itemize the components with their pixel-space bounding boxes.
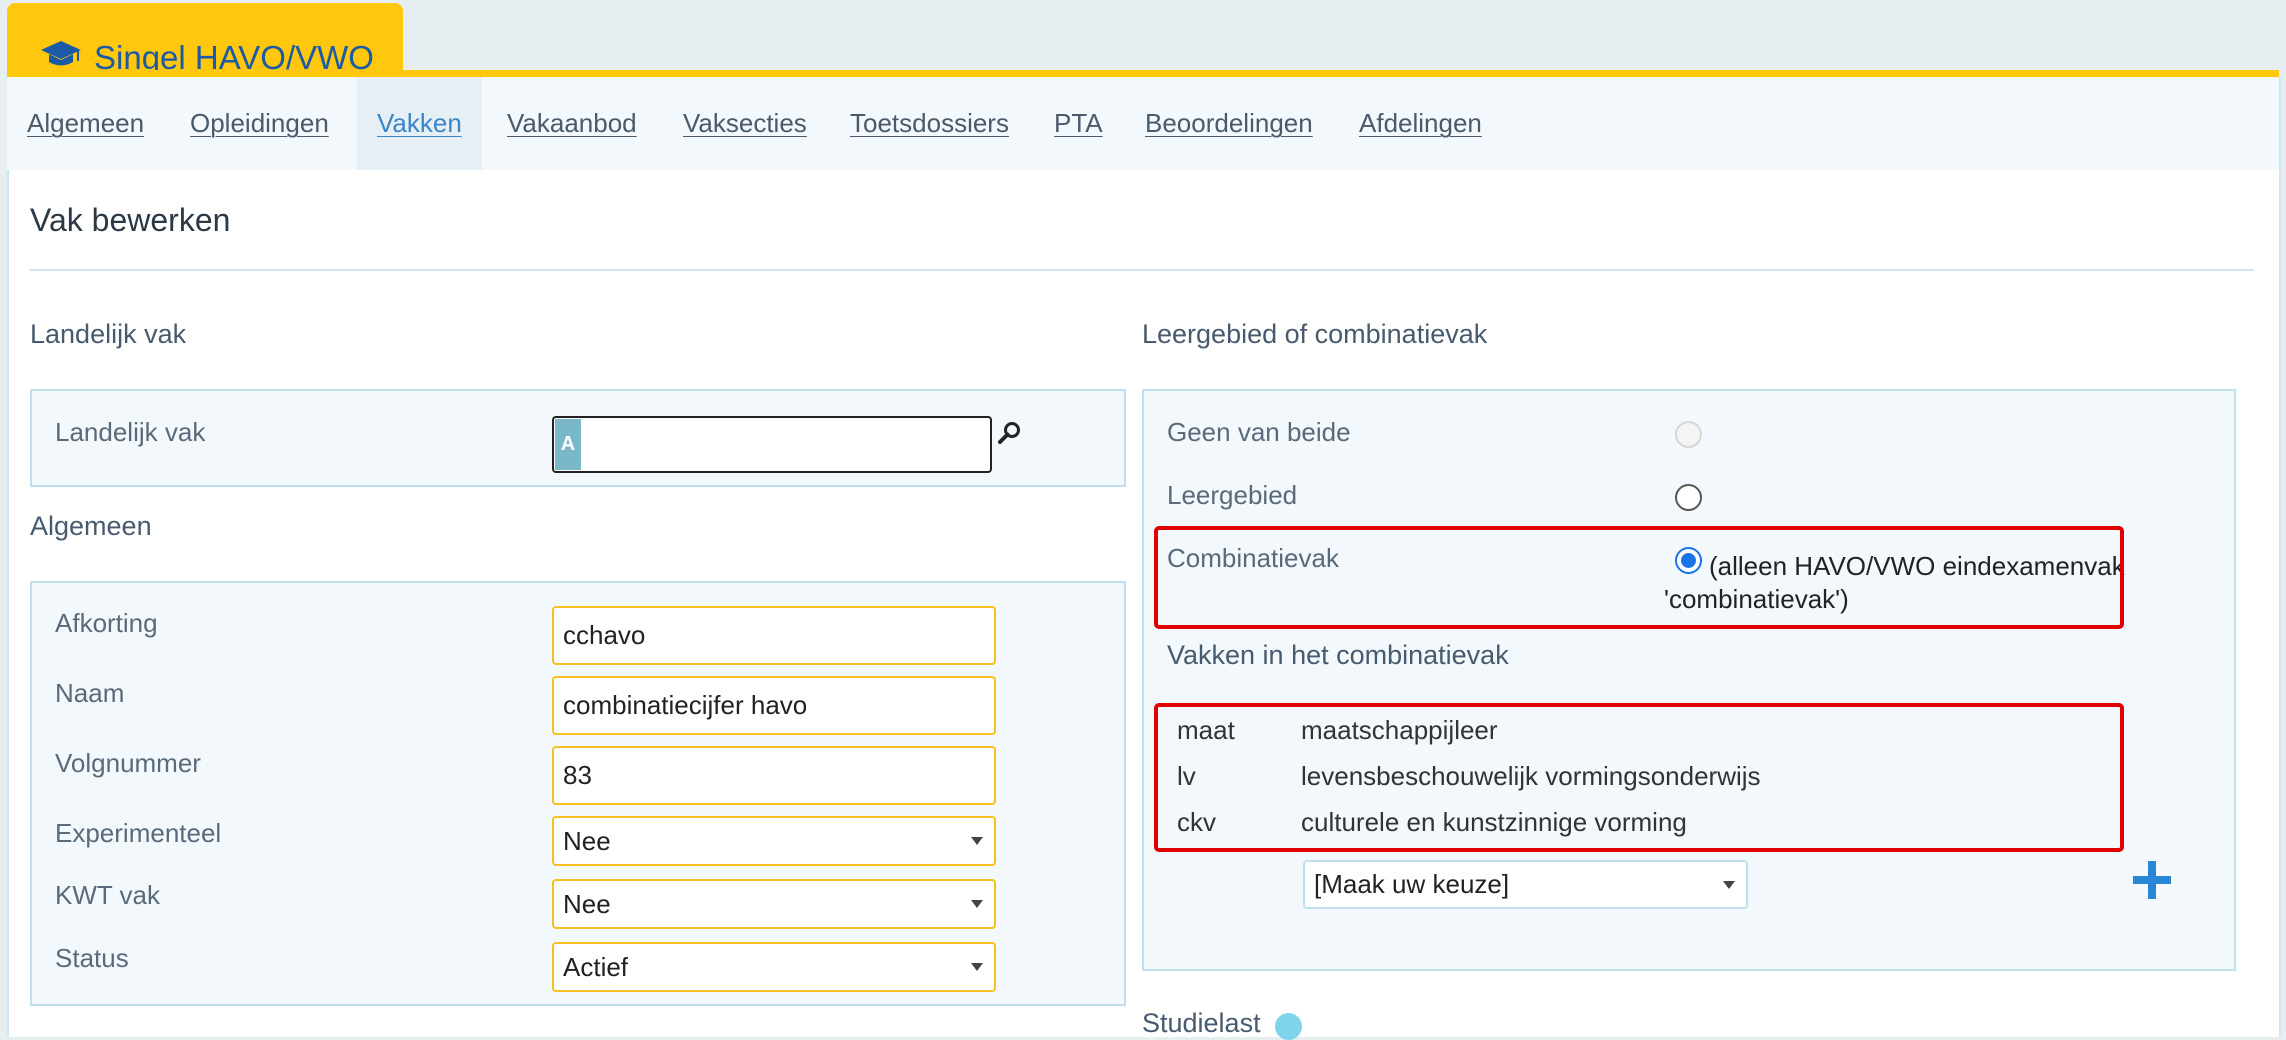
status-select[interactable]: Actief — [552, 942, 996, 992]
landelijk-vak-box: Landelijk vak A — [30, 389, 1126, 487]
school-tab[interactable]: Singel HAVO/VWO — [7, 3, 403, 76]
graduation-cap-icon — [41, 41, 81, 66]
leergebied-box: Geen van beide Leergebied Combinatievak … — [1142, 389, 2236, 971]
kwt-vak-select[interactable]: Nee — [552, 879, 996, 929]
tab-opleidingen[interactable]: Opleidingen — [190, 77, 329, 170]
tab-pta[interactable]: PTA — [1054, 77, 1103, 170]
plus-icon[interactable] — [2133, 861, 2171, 899]
tab-toetsdossiers[interactable]: Toetsdossiers — [850, 77, 1009, 170]
studielast-heading: Studielast — [1142, 1008, 1261, 1038]
autocomplete-icon: A — [555, 419, 581, 470]
experimenteel-label: Experimenteel — [55, 818, 222, 848]
tab-vakaanbod[interactable]: Vakaanbod — [507, 77, 637, 170]
afkorting-input[interactable]: cchavo — [552, 606, 996, 665]
afkorting-label: Afkorting — [55, 608, 158, 638]
naam-label: Naam — [55, 678, 125, 708]
tab-beoordelingen[interactable]: Beoordelingen — [1145, 77, 1313, 170]
status-label: Status — [55, 943, 129, 973]
tab-vakken[interactable]: Vakken — [357, 77, 482, 170]
volgnummer-label: Volgnummer — [55, 748, 201, 778]
naam-input[interactable]: combinatiecijfer havo — [552, 676, 996, 735]
leergebied-label: Leergebied — [1167, 480, 1298, 510]
magnifier-icon[interactable] — [998, 421, 1022, 445]
algemeen-box: Afkorting cchavo Naam combinatiecijfer h… — [30, 581, 1126, 1006]
geen-van-beide-label: Geen van beide — [1167, 417, 1351, 447]
volgnummer-input[interactable]: 83 — [552, 746, 996, 805]
experimenteel-select[interactable]: Nee — [552, 816, 996, 866]
tab-vaksecties[interactable]: Vaksecties — [683, 77, 807, 170]
algemeen-heading: Algemeen — [30, 511, 152, 541]
leergebied-heading: Leergebied of combinatievak — [1142, 319, 1488, 349]
combinatievak-list-highlight — [1154, 703, 2124, 852]
geen-van-beide-radio[interactable] — [1675, 421, 1702, 448]
tab-algemeen[interactable]: Algemeen — [27, 77, 144, 170]
leergebied-radio[interactable] — [1675, 484, 1702, 511]
vakken-combinatievak-heading: Vakken in het combinatievak — [1167, 640, 1509, 670]
kwt-vak-label: KWT vak — [55, 880, 160, 910]
header-accent-bar — [7, 70, 2279, 77]
info-icon[interactable] — [1275, 1013, 1302, 1040]
landelijk-vak-heading: Landelijk vak — [30, 319, 187, 349]
page-title: Vak bewerken — [30, 202, 231, 238]
combinatievak-select[interactable]: [Maak uw keuze] — [1303, 860, 1748, 909]
title-divider — [30, 269, 2254, 271]
tab-afdelingen[interactable]: Afdelingen — [1359, 77, 1482, 170]
landelijk-vak-label: Landelijk vak — [55, 417, 206, 447]
landelijk-vak-input[interactable]: A — [552, 416, 992, 473]
nav-bar: Algemeen Opleidingen Vakken Vakaanbod Va… — [7, 77, 2279, 170]
combinatievak-highlight — [1154, 526, 2124, 629]
